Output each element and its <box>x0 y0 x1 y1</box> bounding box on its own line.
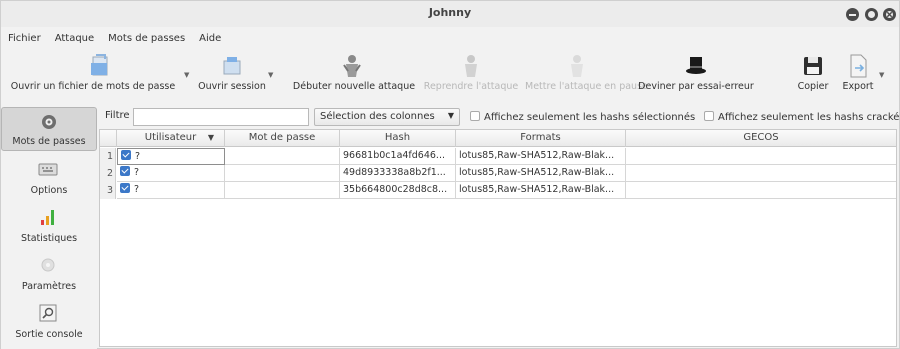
column-selection-button[interactable]: Sélection des colonnes ▼ <box>314 108 460 126</box>
checkbox-checked-icon[interactable] <box>120 166 130 176</box>
menu-file[interactable]: Fichier <box>1 31 48 49</box>
formats-cell[interactable]: lotus85,Raw-SHA512,Raw-Blak... <box>456 165 626 182</box>
checkbox-icon <box>704 111 714 121</box>
export-button[interactable]: ▼ Export <box>837 51 884 95</box>
john-figure-icon <box>343 55 361 77</box>
copy-button[interactable]: Copier <box>792 51 834 95</box>
checkbox-icon <box>470 111 480 121</box>
sort-arrow-icon: ▼ <box>207 133 214 142</box>
checkbox-checked-icon[interactable] <box>121 150 131 160</box>
save-disk-icon <box>804 57 822 75</box>
chevron-down-icon: ▼ <box>879 71 885 79</box>
magic-hat-icon <box>686 57 706 74</box>
sidebar-item-console[interactable]: Sortie console <box>1 299 97 343</box>
sidebar-item-settings[interactable]: Paramètres <box>1 251 97 295</box>
chevron-down-icon: ▼ <box>447 111 454 120</box>
password-cell[interactable] <box>225 165 340 182</box>
minimize-icon[interactable] <box>846 8 859 21</box>
table-row[interactable]: 3 ? 35b664800c28d8c8... lotus85,Raw-SHA5… <box>100 182 896 199</box>
hash-cell[interactable]: 49d8933338a8b2f1... <box>340 165 456 182</box>
menu-passwords[interactable]: Mots de passes <box>101 31 192 49</box>
open-session-button[interactable]: ▼ Ouvrir session <box>197 51 273 95</box>
formats-cell[interactable]: lotus85,Raw-SHA512,Raw-Blak... <box>456 148 626 165</box>
chevron-down-icon: ▼ <box>184 71 190 79</box>
gecos-cell[interactable] <box>626 182 896 199</box>
table-row[interactable]: 2 ? 49d8933338a8b2f1... lotus85,Raw-SHA5… <box>100 165 896 182</box>
only-cracked-checkbox[interactable]: Affichez seulement les hashs crackés <box>704 111 900 123</box>
toolbar: ▼ Ouvrir un fichier de mots de passe ▼ O… <box>1 51 899 95</box>
column-header-user[interactable]: Utilisateur ▼ <box>117 130 225 147</box>
open-password-file-button[interactable]: ▼ Ouvrir un fichier de mots de passe <box>1 51 189 95</box>
hash-table: Utilisateur ▼ Mot de passe Hash Formats … <box>99 129 897 347</box>
sidebar-item-statistics[interactable]: Statistiques <box>1 203 97 247</box>
john-resume-icon <box>465 55 477 77</box>
sidebar-item-passwords[interactable]: Mots de passes <box>1 107 97 151</box>
session-icon <box>223 57 241 75</box>
user-cell[interactable]: ? <box>117 148 225 165</box>
open-file-icon <box>91 54 108 76</box>
sidebar: Mots de passes Options Statistiques Para… <box>1 107 97 349</box>
checkbox-checked-icon[interactable] <box>120 183 130 193</box>
table-header: Utilisateur ▼ Mot de passe Hash Formats … <box>100 130 896 147</box>
gecos-cell[interactable] <box>626 148 896 165</box>
user-cell[interactable]: ? <box>117 182 225 199</box>
column-header-formats[interactable]: Formats <box>456 130 626 147</box>
menu-help[interactable]: Aide <box>192 31 228 49</box>
formats-cell[interactable]: lotus85,Raw-SHA512,Raw-Blak... <box>456 182 626 199</box>
resume-attack-button[interactable]: Reprendre l'attaque <box>422 51 520 95</box>
statistics-bars-icon <box>41 210 54 225</box>
column-header-gecos[interactable]: GECOS <box>626 130 896 147</box>
password-cell[interactable] <box>225 148 340 165</box>
table-row[interactable]: 1 ? 96681b0c1a4fd646... lotus85,Raw-SHA5… <box>100 148 896 165</box>
menu-attack[interactable]: Attaque <box>48 31 101 49</box>
app-window: Johnny Fichier Attaque Mots de passes Ai… <box>0 0 900 349</box>
window-title: Johnny <box>428 6 472 19</box>
gecos-cell[interactable] <box>626 165 896 182</box>
only-selected-checkbox[interactable]: Affichez seulement les hashs sélectionné… <box>470 111 695 123</box>
filter-bar: Filtre Sélection des colonnes ▼ Affichez… <box>99 107 900 127</box>
password-cell[interactable] <box>225 182 340 199</box>
menu-bar: Fichier Attaque Mots de passes Aide <box>1 31 228 49</box>
export-document-icon <box>850 54 867 78</box>
filter-label: Filtre <box>105 110 130 121</box>
maximize-icon[interactable] <box>865 8 878 21</box>
guess-button[interactable]: Deviner par essai-erreur <box>632 51 760 95</box>
keyboard-icon <box>38 163 58 176</box>
john-pause-icon <box>571 55 583 77</box>
start-attack-button[interactable]: Débuter nouvelle attaque <box>290 51 418 95</box>
sidebar-item-options[interactable]: Options <box>1 155 97 199</box>
column-header-password[interactable]: Mot de passe <box>225 130 340 147</box>
hash-cell[interactable]: 96681b0c1a4fd646... <box>340 148 456 165</box>
column-header-hash[interactable]: Hash <box>340 130 456 147</box>
settings-icon <box>41 258 55 272</box>
console-magnifier-icon <box>39 304 57 322</box>
hash-cell[interactable]: 35b664800c28d8c8... <box>340 182 456 199</box>
user-cell[interactable]: ? <box>117 165 225 182</box>
password-disc-icon <box>42 115 56 129</box>
chevron-down-icon: ▼ <box>268 71 274 79</box>
pause-attack-button[interactable]: Mettre l'attaque en pause <box>525 51 648 95</box>
close-icon[interactable] <box>883 8 896 21</box>
title-bar: Johnny <box>1 1 899 27</box>
filter-input[interactable] <box>133 108 309 126</box>
